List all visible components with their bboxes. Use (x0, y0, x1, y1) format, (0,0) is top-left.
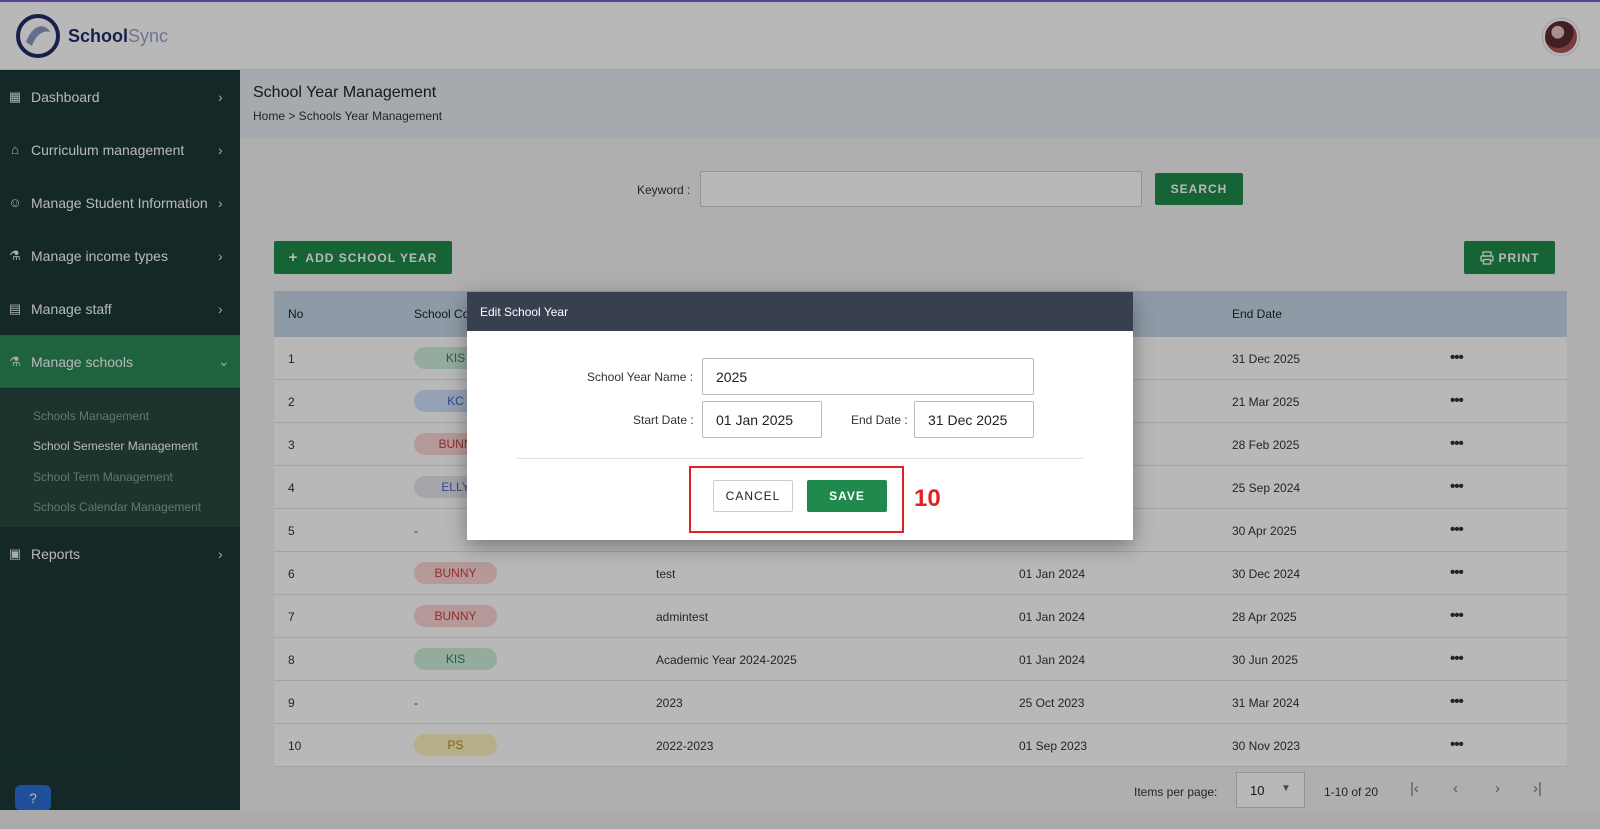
end-date-label: End Date : (851, 413, 908, 427)
start-date-input[interactable]: 01 Jan 2025 (702, 401, 822, 438)
dialog-divider (517, 458, 1083, 459)
school-year-name-label: School Year Name : (587, 370, 694, 384)
end-date-input[interactable]: 31 Dec 2025 (914, 401, 1034, 438)
start-date-value: 01 Jan 2025 (716, 412, 794, 428)
school-year-name-input[interactable]: 2025 (702, 358, 1034, 395)
school-year-name-value: 2025 (716, 369, 748, 385)
start-date-label: Start Date : (633, 413, 694, 427)
dialog-header: Edit School Year (467, 292, 1133, 331)
highlight-box (689, 466, 904, 533)
end-date-value: 31 Dec 2025 (928, 412, 1008, 428)
step-number: 10 (914, 485, 941, 512)
dialog-title: Edit School Year (480, 305, 569, 319)
